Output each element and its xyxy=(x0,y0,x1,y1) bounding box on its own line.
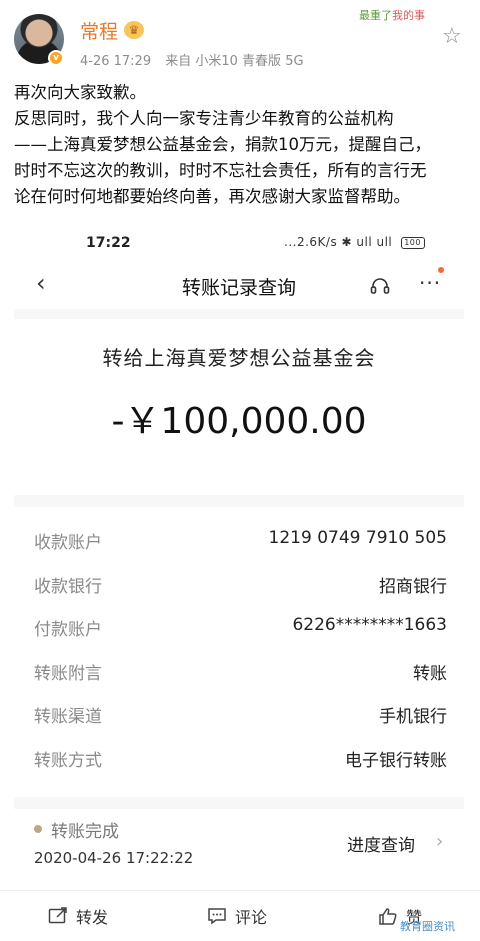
detail-label: 收款银行 xyxy=(34,576,102,597)
repost-label: 转发 xyxy=(76,908,109,927)
post-text: 再次向大家致歉。 反思同时，我个人向一家专注青少年教育的公益机构 ——上海真爱梦… xyxy=(14,80,470,210)
detail-label: 转账方式 xyxy=(34,750,102,771)
embedded-screenshot[interactable]: 17:22 ...2.6K/s ✱ ull ull 100 ‹ 转账记录查询 ·… xyxy=(14,225,464,890)
detail-row: 转账方式 电子银行转账 xyxy=(14,738,464,782)
detail-row: 收款银行 招商银行 xyxy=(14,564,464,608)
detail-value: 招商银行 xyxy=(379,576,447,597)
status-label: 转账完成 xyxy=(51,822,119,842)
battery-icon: 100 xyxy=(400,236,425,249)
repost-icon xyxy=(48,907,67,924)
username[interactable]: 常程 xyxy=(80,17,118,44)
thumbs-up-icon xyxy=(379,908,397,925)
transfer-recipient: 转给上海真爱梦想公益基金会 xyxy=(102,346,376,370)
headset-icon[interactable] xyxy=(370,277,390,295)
detail-row: 转账渠道 手机银行 xyxy=(14,694,464,738)
comment-button[interactable]: 评论 xyxy=(207,904,267,928)
section-divider xyxy=(14,309,464,319)
detail-row: 转账附言 转账 xyxy=(14,651,464,695)
nav-title: 转账记录查询 xyxy=(181,277,296,299)
detail-value: 电子银行转账 xyxy=(345,750,447,771)
detail-label: 收款账户 xyxy=(34,533,102,553)
detail-value: 转账 xyxy=(413,663,447,684)
detail-value: 1219 0749 7910 505 xyxy=(268,528,447,548)
post-line: 论在何时何地都要始终向善，再次感谢大家监督帮助。 xyxy=(14,187,410,206)
progress-query-link[interactable]: 进度查询 xyxy=(347,831,415,856)
status-timestamp: 2020-04-26 17:22:22 xyxy=(34,849,194,867)
detail-value: 6226********1663 xyxy=(292,615,447,635)
transfer-amount: -￥100,000.00 xyxy=(111,401,367,442)
post-line: 再次向大家致歉。 xyxy=(14,83,146,102)
detail-label: 付款账户 xyxy=(34,620,102,640)
notification-dot xyxy=(438,267,444,273)
chevron-right-icon[interactable]: › xyxy=(436,831,443,852)
transfer-details: 收款账户 1219 0749 7910 505 收款银行 招商银行 付款账户 6… xyxy=(14,520,464,781)
post-line: 反思同时，我个人向一家专注青少年教育的公益机构 xyxy=(14,109,394,128)
post-header: v 常程 ♛ 4-26 17:29 来自 小米10 青春版 5G 最重了 我的事 … xyxy=(0,0,480,74)
detail-label: 转账渠道 xyxy=(34,707,102,727)
detail-row: 付款账户 6226********1663 xyxy=(14,607,464,651)
star-icon[interactable]: ☆ xyxy=(442,24,462,49)
section-divider xyxy=(14,797,464,809)
section-divider xyxy=(14,495,464,507)
comment-icon xyxy=(208,908,226,925)
post-line: ——上海真爱梦想公益基金会，捐款10万元，提醒自己， xyxy=(14,135,431,154)
comment-label: 评论 xyxy=(235,908,268,927)
status-indicator-text: ...2.6K/s ✱ ull ull xyxy=(284,235,393,249)
nav-bar: ‹ 转账记录查询 ··· xyxy=(14,263,464,309)
post-line: 时时不忘这次的教训，时时不忘社会责任，所有的言行无 xyxy=(14,161,427,180)
verified-badge-icon: v xyxy=(48,50,64,66)
detail-label: 转账附言 xyxy=(34,663,102,684)
phone-status-bar: 17:22 ...2.6K/s ✱ ull ull 100 xyxy=(14,225,464,263)
detail-row: 收款账户 1219 0749 7910 505 xyxy=(14,520,464,564)
sticker-text-a: 最重了 xyxy=(359,9,392,22)
post-timestamp: 4-26 17:29 xyxy=(80,54,152,69)
sticker-image: 最重了 我的事 xyxy=(340,4,444,26)
repost-button[interactable]: 转发 xyxy=(48,904,108,928)
status-indicators: ...2.6K/s ✱ ull ull 100 xyxy=(284,235,425,249)
status-dot-icon xyxy=(34,825,42,833)
post-meta: 4-26 17:29 来自 小米10 青春版 5G xyxy=(80,50,314,69)
crown-icon: ♛ xyxy=(124,21,144,39)
more-options-icon[interactable]: ··· xyxy=(419,271,441,295)
detail-value: 手机银行 xyxy=(379,707,447,727)
status-time: 17:22 xyxy=(86,235,131,251)
transfer-status: 转账完成 2020-04-26 17:22:22 进度查询 › xyxy=(14,809,464,889)
sticker-text-b: 我的事 xyxy=(392,9,425,22)
post-source: 来自 小米10 青春版 5G xyxy=(165,54,304,69)
watermark-text: 教育圈资讯 xyxy=(400,920,455,933)
